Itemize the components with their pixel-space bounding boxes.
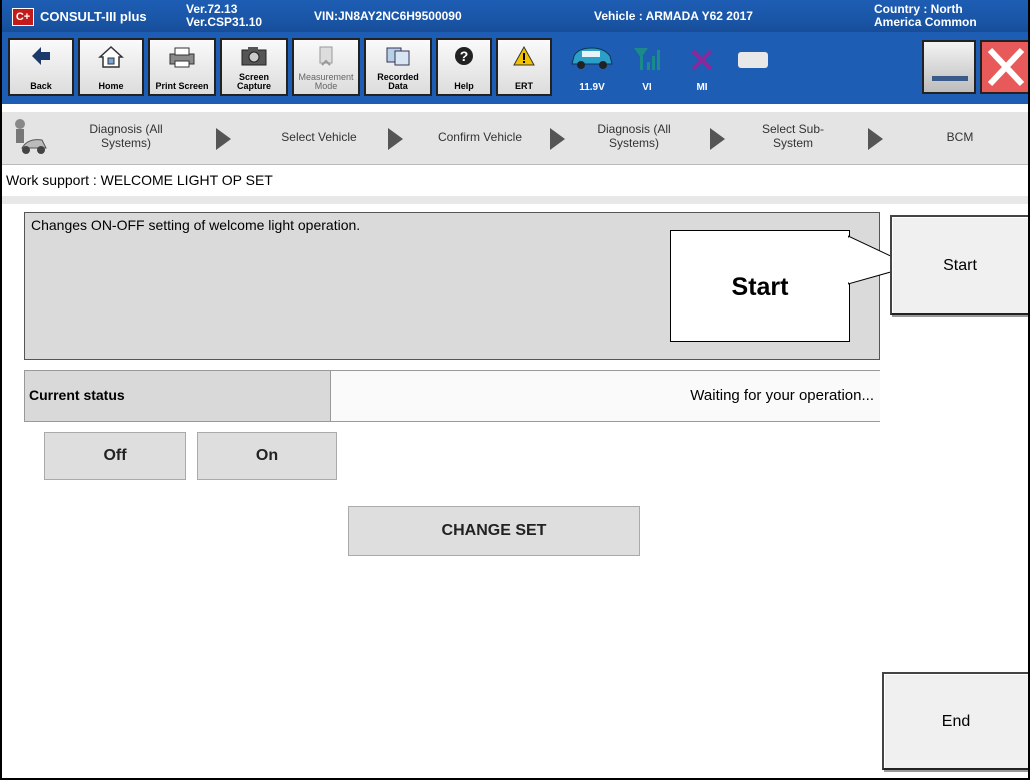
breadcrumb-item-select-sub-system[interactable]: Select Sub- System [748, 122, 838, 150]
breadcrumb-arrow-icon [710, 128, 725, 150]
battery-icon [738, 52, 768, 68]
breadcrumb-arrow-icon [388, 128, 403, 150]
screen-capture-button[interactable]: Screen Capture [220, 38, 288, 96]
breadcrumb-item-bcm[interactable]: BCM [938, 130, 982, 144]
back-arrow-icon [32, 47, 50, 65]
recorded-data-icon [386, 47, 410, 66]
warning-icon [513, 45, 535, 66]
page-title: Work support : WELCOME LIGHT OP SET [6, 172, 273, 188]
mi-cross-icon [691, 49, 713, 71]
close-icon [987, 47, 1025, 87]
minimize-button[interactable] [922, 40, 976, 94]
country-label-2: America Common [874, 15, 977, 29]
mechanic-car-icon [15, 119, 47, 154]
status-row: Current status Waiting for your operatio… [24, 370, 880, 422]
start-callout: Start [670, 230, 850, 342]
vi-signal-icon [634, 48, 660, 70]
camera-icon [241, 47, 267, 66]
recorded-data-button[interactable]: Recorded Data [364, 38, 432, 96]
status-value-field: Waiting for your operation... [330, 371, 880, 421]
print-screen-button[interactable]: Print Screen [148, 38, 216, 96]
breadcrumb-item-diagnosis-systems[interactable]: Diagnosis (All Systems) [586, 122, 682, 150]
vin-label: VIN:JN8AY2NC6H9500090 [314, 9, 462, 23]
version-csp: Ver.CSP31.10 [186, 15, 263, 29]
app-logo: C+ [12, 8, 34, 26]
description-text: Changes ON-OFF setting of welcome light … [31, 217, 361, 233]
minimize-icon [932, 76, 968, 81]
on-button[interactable]: On [197, 432, 337, 480]
car-icon [571, 47, 613, 69]
home-icon [98, 45, 124, 68]
vehicle-label: Vehicle : ARMADA Y62 2017 [594, 9, 753, 23]
breadcrumb-item-select-vehicle[interactable]: Select Vehicle [264, 130, 374, 144]
breadcrumb-arrow-icon [550, 128, 565, 150]
breadcrumb-arrow-icon [216, 128, 231, 150]
breadcrumb-item-confirm-vehicle[interactable]: Confirm Vehicle [422, 130, 538, 144]
breadcrumb-item-diagnosis[interactable]: Diagnosis (All Systems) [78, 122, 174, 150]
breadcrumb-arrow-icon [868, 128, 883, 150]
version-main: Ver.72.13 [186, 2, 238, 16]
battery-indicator [730, 38, 780, 96]
title-divider [2, 196, 1028, 204]
country-label-1: Country : North [874, 2, 963, 16]
status-value: Waiting for your operation... [690, 387, 874, 404]
battery-voltage-indicator: 11.9V [562, 38, 622, 96]
vi-indicator: VI [622, 38, 672, 96]
app-window: C+ CONSULT-III plus Ver.72.13 Ver.CSP31.… [0, 0, 1030, 780]
measurement-icon [319, 46, 333, 66]
close-button[interactable] [980, 40, 1028, 94]
breadcrumb: Diagnosis (All Systems) Select Vehicle C… [2, 112, 1028, 165]
title-bar: C+ CONSULT-III plus Ver.72.13 Ver.CSP31.… [2, 0, 1028, 32]
ert-button[interactable]: ERT [496, 38, 552, 96]
change-set-button[interactable]: CHANGE SET [348, 506, 640, 556]
measurement-mode-button[interactable]: Measurement Mode [292, 38, 360, 96]
printer-icon [169, 47, 195, 68]
start-button[interactable]: Start [890, 215, 1028, 315]
help-button[interactable]: ? Help [436, 38, 492, 96]
svg-text:?: ? [460, 48, 469, 64]
mi-indicator: MI [677, 38, 727, 96]
home-button[interactable]: Home [78, 38, 144, 96]
off-button[interactable]: Off [44, 432, 186, 480]
app-name: CONSULT-III plus [40, 9, 147, 24]
status-label: Current status [29, 387, 125, 403]
toolbar: Back Home Print Screen Screen Capture Me… [2, 32, 1028, 104]
back-button[interactable]: Back [8, 38, 74, 96]
end-button[interactable]: End [882, 672, 1028, 770]
help-icon: ? [455, 47, 473, 65]
